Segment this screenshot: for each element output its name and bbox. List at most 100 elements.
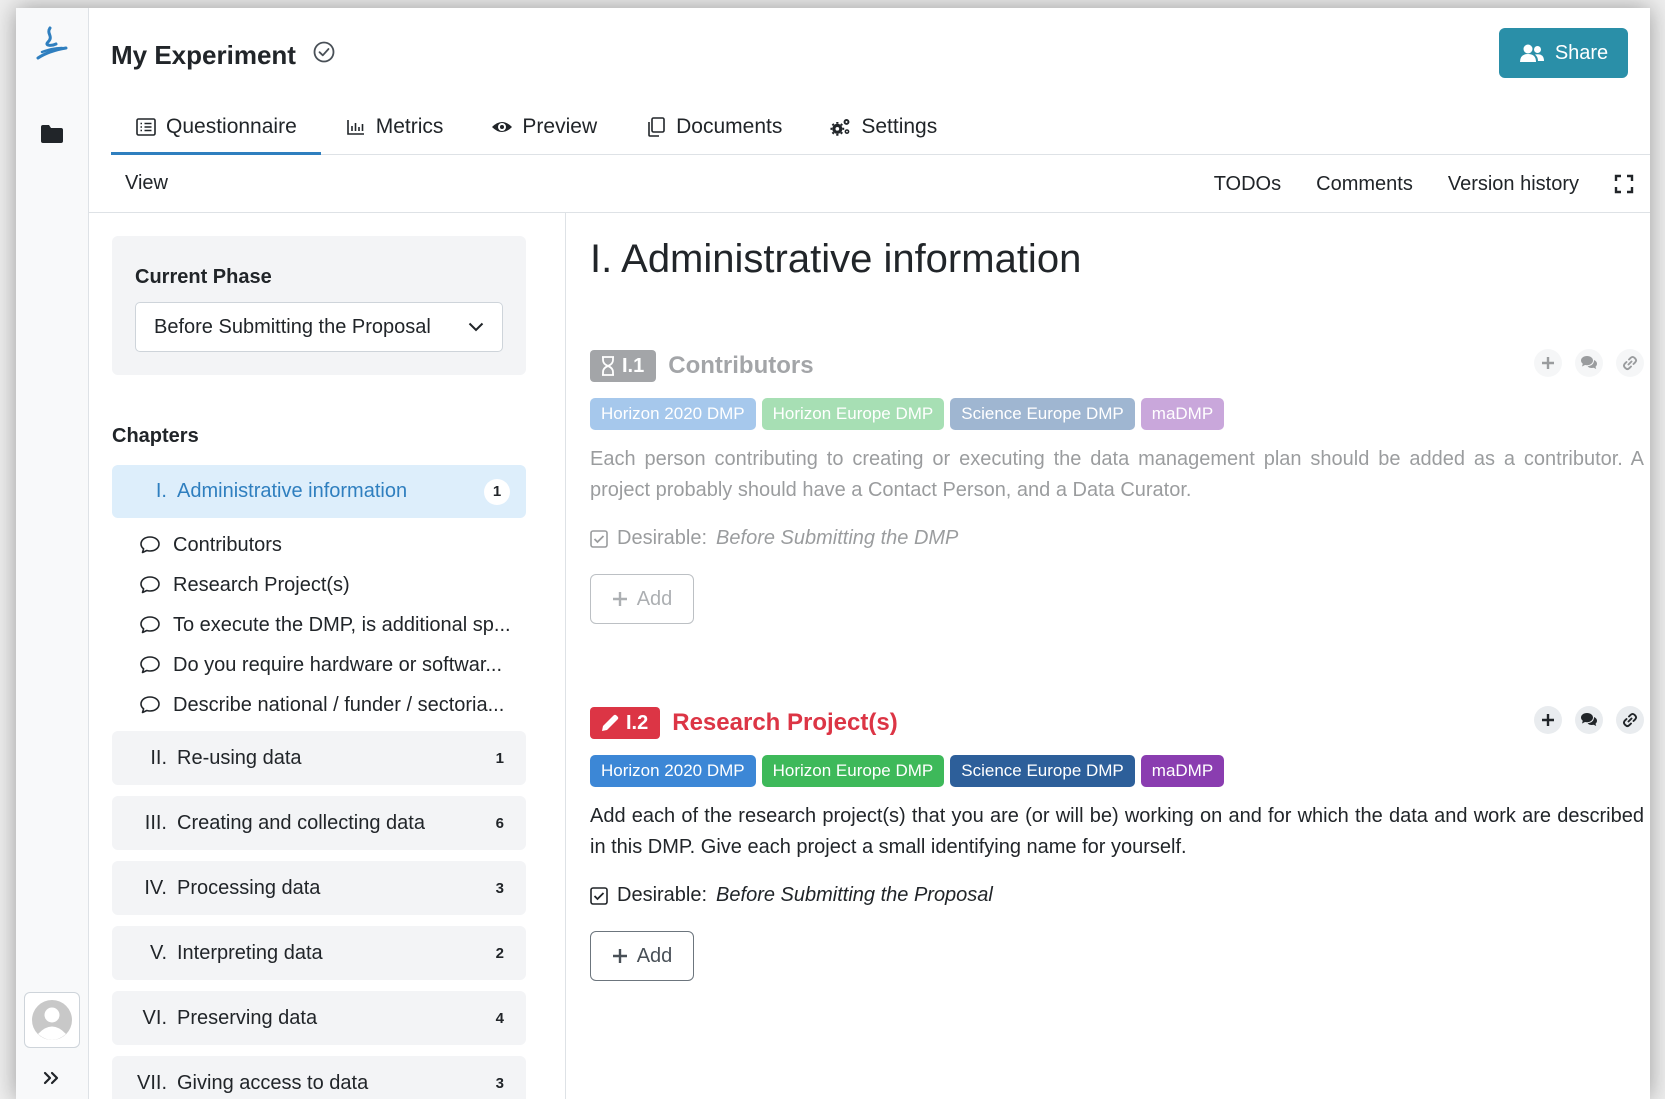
list-icon: [136, 118, 156, 136]
tab-questionnaire[interactable]: Questionnaire: [111, 100, 321, 155]
chapter-number: III.: [144, 811, 167, 834]
gears-icon: [830, 119, 850, 136]
chapter-item[interactable]: V. Interpreting data 2: [112, 926, 526, 980]
question-header: I.2 Research Project(s): [590, 704, 1644, 742]
folder-icon[interactable]: [40, 124, 64, 144]
view-menu[interactable]: View: [125, 172, 168, 195]
chapter-count-badge: 1: [484, 478, 510, 505]
tab-documents[interactable]: Documents: [621, 100, 806, 154]
chapter-count-badge: 6: [495, 814, 504, 832]
tab-metrics[interactable]: Metrics: [321, 100, 468, 154]
share-button[interactable]: Share: [1499, 28, 1628, 78]
chapter-number: VII.: [136, 1071, 167, 1094]
question-link[interactable]: Do you require hardware or softwar...: [112, 645, 526, 685]
comment-icon: [140, 576, 160, 594]
comments-icon: [1581, 356, 1597, 369]
comments-button[interactable]: Comments: [1316, 173, 1413, 196]
desirable-phase-name: Before Submitting the DMP: [716, 527, 959, 549]
questionnaire-toolbar: View TODOs Comments Version history: [89, 155, 1650, 213]
chapter-name: Giving access to data: [177, 1071, 369, 1094]
comments-icon: [1581, 713, 1597, 726]
question-link[interactable]: To execute the DMP, is additional sp...: [112, 605, 526, 645]
add-todo-button[interactable]: [1534, 349, 1562, 377]
chapter-list: I. Administrative information 1 Contribu…: [112, 465, 526, 1099]
eye-icon: [492, 122, 513, 132]
plus-icon: [612, 592, 627, 606]
chapter-name: Re-using data: [177, 746, 302, 769]
copy-link-button[interactable]: [1616, 349, 1644, 377]
checkbox-icon: [590, 886, 608, 905]
header: My Experiment Share: [89, 8, 1650, 100]
comment-icon: [140, 536, 160, 554]
add-label: Add: [636, 587, 673, 610]
question-actions: [1534, 349, 1644, 377]
question-link-label: Describe national / funder / sectoria...: [173, 693, 505, 716]
question-link[interactable]: Describe national / funder / sectoria...: [112, 685, 526, 725]
expand-sidebar-icon[interactable]: [40, 1068, 64, 1088]
chapter-item[interactable]: III. Creating and collecting data 6: [112, 796, 526, 850]
plus-icon: [612, 949, 627, 963]
chapter-item[interactable]: I. Administrative information 1: [112, 465, 526, 518]
knowledge-model-tags: Horizon 2020 DMP Horizon Europe DMP Scie…: [590, 755, 1644, 787]
comments-button[interactable]: [1575, 706, 1603, 734]
app-rail: [16, 8, 89, 1099]
question-number: I.2: [626, 711, 649, 734]
comment-icon: [140, 616, 160, 634]
chapter-count-badge: 4: [495, 1009, 504, 1027]
tag-madmp: maDMP: [1140, 755, 1225, 787]
phase-value: Before Submitting the Proposal: [154, 315, 431, 338]
question-description: Each person contributing to creating or …: [590, 448, 1644, 501]
chapter-question-list: Contributors Research Project(s) To exec…: [112, 525, 526, 725]
user-icon: [32, 1000, 72, 1040]
tag-horizon-2020: Horizon 2020 DMP: [590, 755, 756, 787]
questionnaire-content: I. Administrative information I.1 Contri…: [567, 213, 1650, 1099]
tag-horizon-2020: Horizon 2020 DMP: [590, 398, 756, 430]
link-icon: [1622, 355, 1638, 371]
check-circle-icon[interactable]: [312, 40, 336, 64]
desirable-phase: Desirable: Before Submitting the DMP: [590, 527, 1644, 550]
chapter-number: V.: [149, 941, 167, 964]
chapter-count-badge: 1: [495, 749, 504, 767]
tab-label: Preview: [522, 115, 598, 138]
chapter-name: Administrative information: [177, 480, 408, 502]
question-link[interactable]: Research Project(s): [112, 565, 526, 605]
desirable-phase: Desirable: Before Submitting the Proposa…: [590, 884, 1644, 907]
chapter-item[interactable]: II. Re-using data 1: [112, 731, 526, 785]
question-title: Research Project(s): [672, 709, 898, 736]
add-todo-button[interactable]: [1534, 706, 1562, 734]
add-item-button[interactable]: Add: [590, 931, 694, 981]
chapter-name: Preserving data: [177, 1006, 318, 1029]
hourglass-icon: [602, 356, 614, 376]
share-label: Share: [1554, 41, 1609, 64]
tab-preview[interactable]: Preview: [467, 100, 621, 154]
chapter-item[interactable]: IV. Processing data 3: [112, 861, 526, 915]
todos-button[interactable]: TODOs: [1214, 173, 1281, 196]
logo-icon[interactable]: [32, 24, 72, 68]
add-item-button[interactable]: Add: [590, 574, 694, 624]
chapter-count-badge: 3: [495, 1074, 504, 1092]
phase-label: Current Phase: [135, 266, 272, 288]
comments-button[interactable]: [1575, 349, 1603, 377]
copy-link-button[interactable]: [1616, 706, 1644, 734]
question-link-label: Do you require hardware or softwar...: [173, 653, 503, 676]
desirable-phase-name: Before Submitting the Proposal: [716, 884, 993, 906]
chapter-item[interactable]: VI. Preserving data 4: [112, 991, 526, 1045]
version-history-button[interactable]: Version history: [1448, 173, 1579, 196]
desirable-label: Desirable:: [617, 527, 708, 549]
question-number: I.1: [622, 354, 645, 377]
user-avatar[interactable]: [24, 992, 80, 1048]
fullscreen-icon[interactable]: [1614, 174, 1634, 194]
tab-bar: Questionnaire Metrics Preview Documents: [111, 100, 1650, 155]
question-number-badge: I.1: [590, 350, 657, 382]
question-link[interactable]: Contributors: [112, 525, 526, 565]
question-link-label: Research Project(s): [173, 573, 350, 596]
chapter-heading: I. Administrative information: [590, 237, 1082, 281]
chapters-heading: Chapters: [112, 425, 199, 447]
phase-select[interactable]: Before Submitting the Proposal: [135, 302, 503, 352]
question-description: Add each of the research project(s) that…: [590, 805, 1644, 858]
tag-science-europe: Science Europe DMP: [950, 755, 1135, 787]
chapter-item[interactable]: VII. Giving access to data 3: [112, 1056, 526, 1099]
comment-icon: [140, 696, 160, 714]
tag-horizon-europe: Horizon Europe DMP: [761, 398, 945, 430]
tab-settings[interactable]: Settings: [806, 100, 961, 154]
